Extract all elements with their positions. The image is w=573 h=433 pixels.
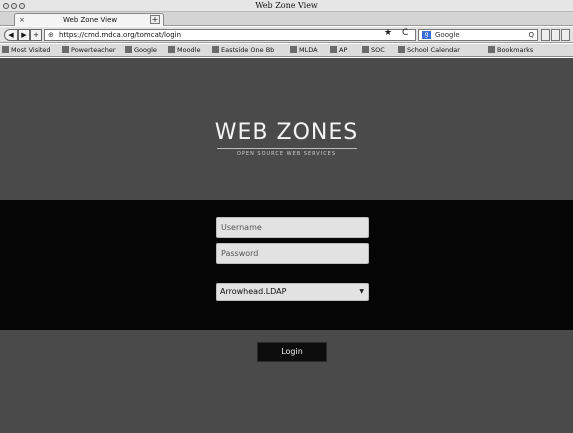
bookmark-favicon-icon	[330, 46, 337, 53]
address-url: https://cmd.mdca.org/tomcat/login	[59, 31, 182, 39]
close-tab-icon[interactable]: ×	[19, 14, 25, 26]
new-tab-button[interactable]: +	[150, 15, 160, 24]
search-placeholder: Google	[435, 31, 460, 39]
addon-button-3[interactable]	[561, 29, 570, 41]
bookmark-favicon-icon	[2, 46, 9, 53]
login-button[interactable]: Login	[257, 342, 327, 362]
logo-divider	[216, 148, 357, 149]
addon-button-2[interactable]	[551, 29, 560, 41]
username-input[interactable]: Username	[216, 217, 369, 238]
chevron-down-icon: ▼	[359, 288, 364, 295]
bookmarks-toolbar: Most Visited Powerteacher Google Moodle …	[0, 44, 573, 57]
realm-selected-value: Arrowhead.LDAP	[220, 287, 287, 296]
bookmark-favicon-icon	[398, 46, 405, 53]
home-button[interactable]: +	[30, 29, 42, 41]
bookmark-favicon-icon	[62, 46, 69, 53]
web-zones-logo: WEB ZONES OPEN SOURCE WEB SERVICES	[0, 120, 573, 158]
tab-web-zone-view[interactable]: × Web Zone View	[14, 13, 164, 26]
addon-button-1[interactable]	[541, 29, 550, 41]
bookmark-item[interactable]: Powerteacher	[62, 44, 116, 56]
back-button[interactable]: ◀	[4, 29, 18, 41]
bookmark-favicon-icon	[362, 46, 369, 53]
username-placeholder: Username	[221, 223, 262, 232]
tab-bar: × Web Zone View +	[0, 12, 573, 26]
bookmark-favicon-icon	[212, 46, 219, 53]
search-engine-icon[interactable]: g	[422, 31, 431, 39]
search-input[interactable]: g Google Q	[418, 29, 538, 41]
page-content: WEB ZONES OPEN SOURCE WEB SERVICES Usern…	[0, 58, 573, 433]
window-title-bar: Web Zone View	[0, 0, 573, 12]
bookmark-item[interactable]: AP	[330, 44, 347, 56]
bookmark-favicon-icon	[290, 46, 297, 53]
search-icon[interactable]: Q	[528, 30, 534, 40]
reload-icon[interactable]: C	[402, 28, 408, 38]
bookmark-favicon-icon	[125, 46, 132, 53]
bookmark-item[interactable]: SOC	[362, 44, 385, 56]
logo-title: WEB ZONES	[214, 120, 359, 145]
bookmark-favicon-icon	[168, 46, 175, 53]
bookmark-item[interactable]: Moodle	[168, 44, 201, 56]
logo-subtitle: OPEN SOURCE WEB SERVICES	[236, 151, 337, 157]
forward-button[interactable]: ▶	[18, 29, 30, 41]
password-input[interactable]: Password	[216, 243, 369, 264]
site-identity-icon[interactable]: ⊕	[48, 30, 54, 40]
navigation-toolbar: ◀ ▶ + ⊕ https://cmd.mdca.org/tomcat/logi…	[0, 27, 573, 43]
password-placeholder: Password	[221, 249, 259, 258]
bookmark-item[interactable]: Most Visited	[2, 44, 51, 56]
address-bar[interactable]: ⊕ https://cmd.mdca.org/tomcat/login	[44, 29, 416, 41]
bookmark-item[interactable]: MLDA	[290, 44, 318, 56]
window-title: Web Zone View	[255, 1, 318, 10]
realm-select[interactable]: Arrowhead.LDAP ▼	[216, 283, 369, 301]
bookmark-item[interactable]: School Calendar	[398, 44, 460, 56]
bookmark-item[interactable]: Eastside One Bb	[212, 44, 274, 56]
bookmark-favicon-icon	[488, 46, 495, 53]
bookmark-item[interactable]: Bookmarks	[488, 44, 533, 56]
bookmark-star-icon[interactable]: ★	[384, 28, 392, 38]
tab-label: Web Zone View	[63, 16, 118, 24]
bookmark-item[interactable]: Google	[125, 44, 157, 56]
